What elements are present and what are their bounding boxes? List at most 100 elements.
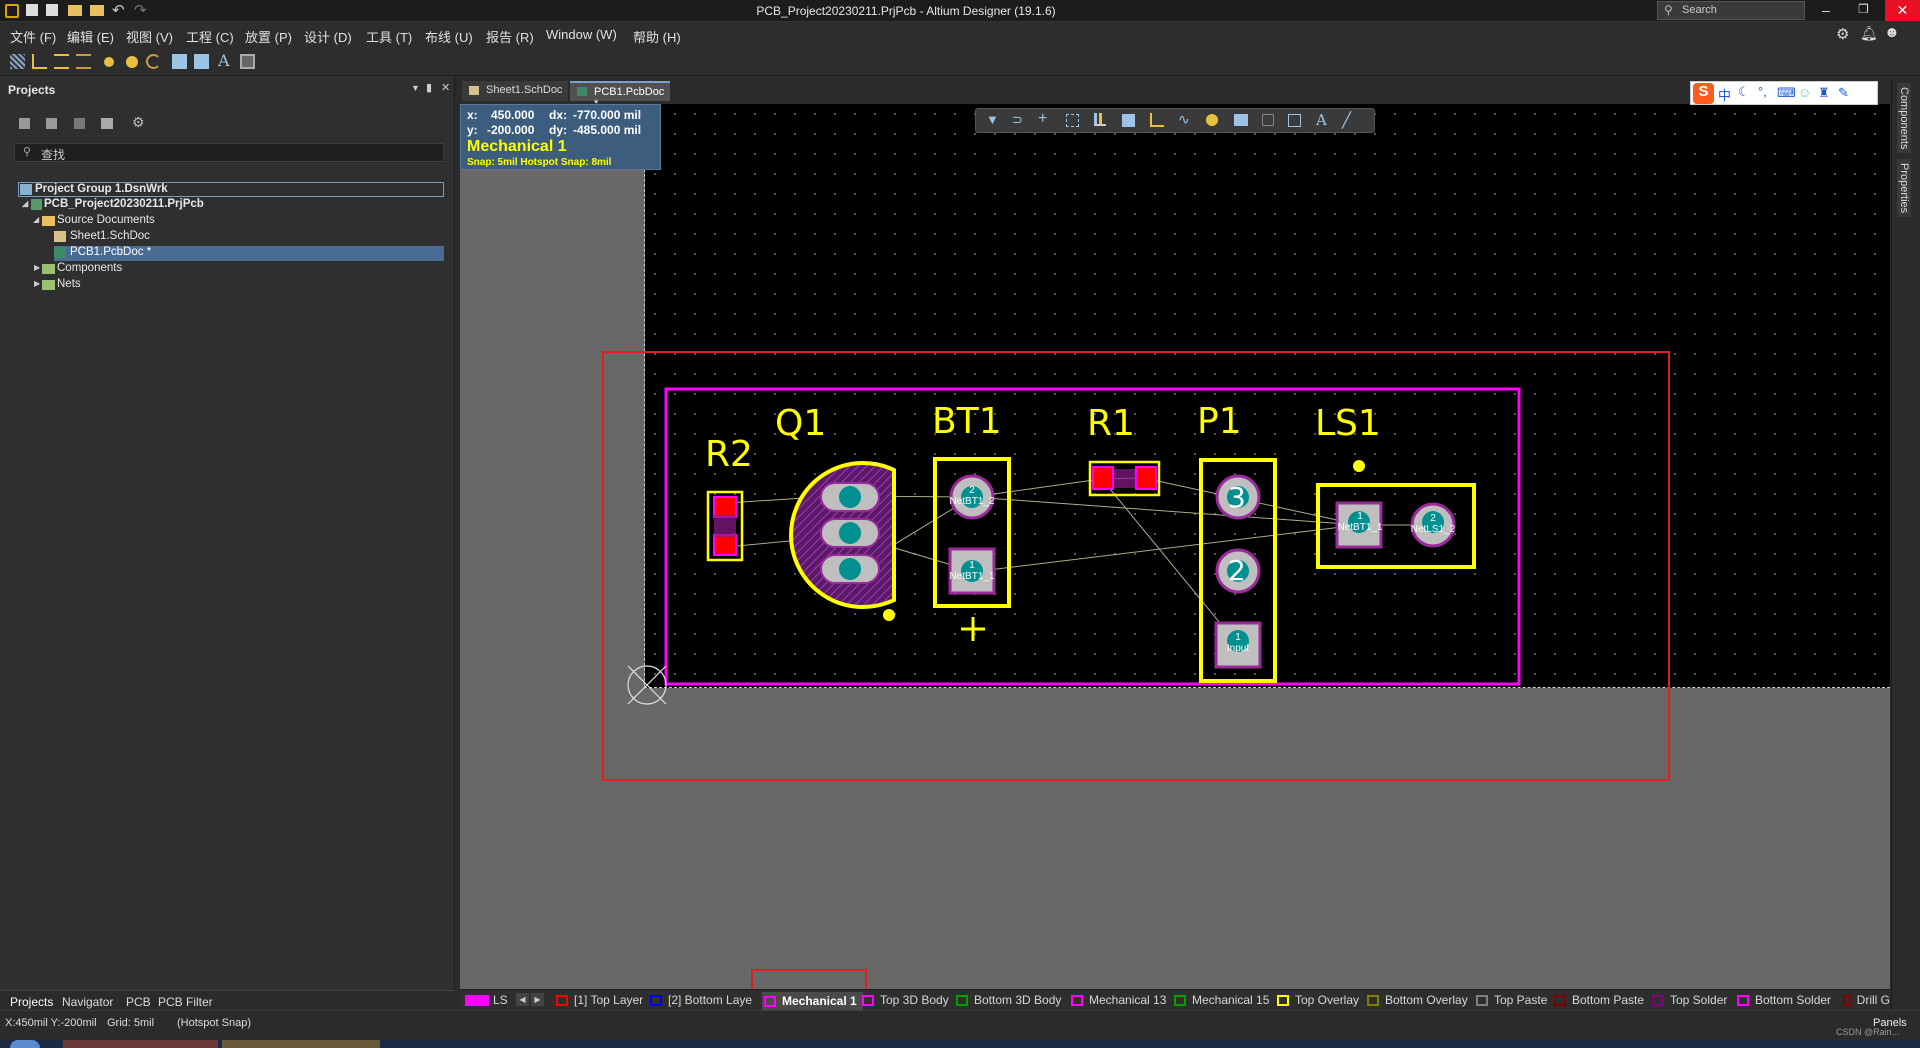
- layer-tab-bottom-layer[interactable]: [2] Bottom Laye: [650, 992, 752, 1008]
- r1-pad-1[interactable]: [1092, 466, 1114, 490]
- taskbar-app-1[interactable]: [63, 1040, 218, 1048]
- hud-x: 450.000: [491, 108, 535, 122]
- pcb-canvas[interactable]: [0, 0, 1920, 1048]
- status-coords: X:450mil Y:-200mil: [5, 1017, 97, 1029]
- ime-punct-icon[interactable]: °,: [1758, 84, 1767, 99]
- taskbar-strip: [0, 1040, 1920, 1048]
- layer-swatch: [650, 994, 662, 1006]
- hud-dx-label: dx:: [549, 108, 567, 122]
- layer-tab-top-layer[interactable]: [1] Top Layer: [556, 992, 643, 1008]
- place-component-icon[interactable]: [1122, 114, 1135, 127]
- layer-swatch: [1554, 994, 1566, 1006]
- layer-tab-top-overlay[interactable]: Top Overlay: [1277, 992, 1359, 1008]
- pad-label-bt1-2: 2 NetBT1_2: [949, 485, 995, 507]
- designator-r1[interactable]: R1: [1087, 403, 1135, 444]
- watermark-text: CSDN @Rain...: [1836, 1027, 1900, 1037]
- active-bar: ▼ ⊃ + ∿ A ╱: [975, 108, 1375, 133]
- ime-toolbar: S 中 ☾ °, ⌨ ☺ ♜ ✎: [1690, 81, 1878, 105]
- keepout-icon[interactable]: [1262, 114, 1274, 126]
- layer-swatch: [1652, 994, 1664, 1006]
- layer-swatch: [1277, 994, 1289, 1006]
- layer-tab-drill-guide[interactable]: Drill G: [1843, 992, 1890, 1008]
- pad-label-p1-2: 2: [1228, 554, 1246, 587]
- hud-snap: Snap: 5mil Hotspot Snap: 8mil: [467, 157, 612, 168]
- taskbar-start-icon[interactable]: [10, 1040, 40, 1048]
- layer-tab-mechanical-13[interactable]: Mechanical 13: [1071, 992, 1166, 1008]
- layer-tab-top-3d-body[interactable]: Top 3D Body: [862, 992, 949, 1008]
- hud-dy-label: dy:: [549, 123, 567, 137]
- hud-dy: -485.000 mil: [573, 123, 642, 137]
- designator-q1[interactable]: Q1: [775, 403, 826, 444]
- crosshair-icon[interactable]: +: [1038, 110, 1047, 128]
- layer-scroll-left-icon[interactable]: ◀: [516, 993, 529, 1006]
- hud-layer: Mechanical 1: [467, 138, 567, 155]
- r2-body: [714, 515, 736, 537]
- ime-user-icon[interactable]: ☺: [1798, 85, 1811, 100]
- ime-keyboard-icon[interactable]: ⌨: [1777, 85, 1796, 101]
- designator-ls1[interactable]: LS1: [1315, 403, 1381, 444]
- ls1-pin1-dot: [1353, 460, 1365, 472]
- layer-swatch: [862, 994, 874, 1006]
- align-icon[interactable]: [1094, 113, 1106, 126]
- right-tab-strip: Components Properties: [1891, 79, 1920, 1010]
- r2-pad-1[interactable]: [713, 496, 737, 518]
- designator-p1[interactable]: P1: [1197, 401, 1242, 442]
- layer-swatch: [1737, 994, 1749, 1006]
- tune-length-icon[interactable]: ∿: [1178, 111, 1190, 128]
- layer-tab-mechanical-1[interactable]: Mechanical 1: [762, 992, 863, 1010]
- status-snap: (Hotspot Snap): [177, 1017, 251, 1029]
- interactive-route-icon[interactable]: [1150, 113, 1164, 127]
- layer-tab-top-paste[interactable]: Top Paste: [1476, 992, 1547, 1008]
- filter-icon[interactable]: ▼: [986, 112, 999, 127]
- layer-tab-bottom-3d-body[interactable]: Bottom 3D Body: [956, 992, 1061, 1008]
- pad-label-p1-3: 3: [1228, 481, 1246, 514]
- hud-y-label: y:: [467, 123, 478, 137]
- ime-chinese-icon[interactable]: 中: [1718, 85, 1731, 104]
- ime-tools-icon[interactable]: ✎: [1838, 85, 1849, 101]
- hud-x-label: x:: [467, 108, 478, 122]
- layer-tab-mechanical-15[interactable]: Mechanical 15: [1174, 992, 1269, 1008]
- select-rect-icon[interactable]: [1066, 114, 1079, 127]
- layer-swatch: [1476, 994, 1488, 1006]
- current-layer-indicator[interactable]: LS: [465, 992, 508, 1008]
- line-icon[interactable]: ╱: [1342, 111, 1351, 129]
- annotation-highlight-board: [602, 351, 1670, 781]
- q1-pin1-dot: [883, 609, 895, 621]
- ime-moon-icon[interactable]: ☾: [1738, 84, 1750, 100]
- layer-swatch: [1367, 994, 1379, 1006]
- r1-pad-2[interactable]: [1135, 466, 1157, 490]
- dimension-icon[interactable]: [1288, 114, 1301, 127]
- move-icon[interactable]: ⊃: [1012, 112, 1023, 128]
- pad-via-icon[interactable]: [1206, 114, 1218, 126]
- layer-tab-top-solder[interactable]: Top Solder: [1652, 992, 1727, 1008]
- layer-swatch: [1071, 994, 1083, 1006]
- sogou-logo-icon[interactable]: S: [1693, 83, 1714, 104]
- bt1-plus-icon: [961, 617, 985, 641]
- designator-bt1[interactable]: BT1: [932, 401, 1002, 442]
- status-bar: X:450mil Y:-200mil Grid: 5mil (Hotspot S…: [0, 1010, 1920, 1037]
- pad-label-p1-1: 1 Input: [1226, 632, 1250, 654]
- pad-label-ls1-1: 1 NetBT1_1: [1337, 511, 1383, 533]
- current-layer-swatch: [465, 994, 489, 1006]
- designator-r2[interactable]: R2: [705, 434, 753, 475]
- taskbar-app-2[interactable]: [222, 1040, 380, 1048]
- hud-dx: -770.000 mil: [573, 108, 642, 122]
- layer-scroll-right-icon[interactable]: ▶: [531, 993, 544, 1006]
- r2-pad-2[interactable]: [713, 534, 737, 556]
- origin-marker-icon: [627, 665, 667, 705]
- pad-label-ls1-2: 2 NetLS1_2: [1410, 513, 1456, 535]
- q1-pads[interactable]: [820, 482, 880, 584]
- status-grid: Grid: 5mil: [107, 1017, 155, 1029]
- layer-swatch: [1174, 994, 1186, 1006]
- string-icon[interactable]: A: [1316, 111, 1327, 129]
- pad-label-bt1-1: 1 NetBT1_1: [949, 560, 995, 582]
- ime-skin-icon[interactable]: ♜: [1818, 85, 1830, 101]
- right-tab-components[interactable]: Components: [1897, 83, 1911, 154]
- right-tab-properties[interactable]: Properties: [1897, 159, 1911, 218]
- layer-tab-bottom-overlay[interactable]: Bottom Overlay: [1367, 992, 1468, 1008]
- layer-tab-bottom-paste[interactable]: Bottom Paste: [1554, 992, 1644, 1008]
- coordinate-hud: x: 450.000 dx: -770.000 mil y: -200.000 …: [460, 104, 661, 170]
- fill-tool-icon[interactable]: [1234, 114, 1248, 126]
- layer-tab-bottom-solder[interactable]: Bottom Solder: [1737, 992, 1831, 1008]
- layer-swatch: [1843, 994, 1851, 1006]
